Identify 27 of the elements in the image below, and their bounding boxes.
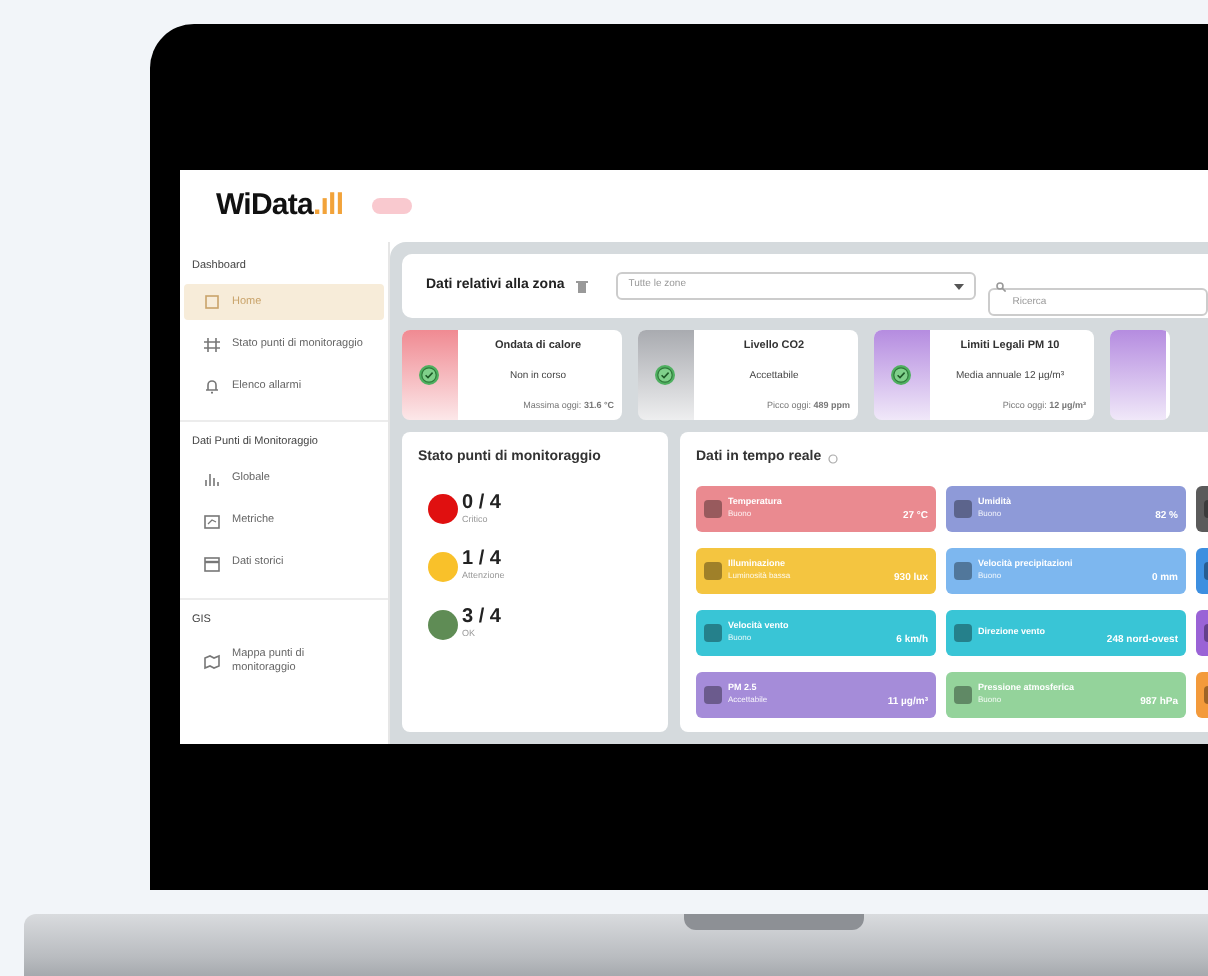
logo: WiData.ıll xyxy=(216,185,344,226)
sensor-icon xyxy=(704,685,722,703)
sensor-icon xyxy=(954,561,972,579)
menu-item-icon xyxy=(204,336,220,353)
caret-icon xyxy=(954,283,965,289)
menu-item-icon xyxy=(204,378,220,395)
sensor-icon xyxy=(954,499,972,517)
sensor-icon xyxy=(954,685,972,703)
sensor-icon xyxy=(704,623,722,641)
menu-item-icon xyxy=(204,294,220,311)
sensor-icon xyxy=(704,499,722,517)
search-icon xyxy=(996,281,1007,291)
check-icon xyxy=(418,364,440,386)
check-icon xyxy=(890,364,912,386)
check-icon xyxy=(654,364,676,386)
menu-item-icon xyxy=(204,653,220,670)
menu-item-icon xyxy=(204,471,220,487)
status-count: 3 / 4 xyxy=(462,608,501,628)
info-icon xyxy=(827,453,838,464)
menu-item-icon xyxy=(204,555,220,571)
sensor-icon xyxy=(704,561,722,579)
badge xyxy=(371,198,412,214)
status-count: 0 / 4 xyxy=(462,493,501,513)
status-count: 1 / 4 xyxy=(462,550,503,571)
sensor-icon xyxy=(954,623,972,641)
menu-item-icon xyxy=(204,513,220,529)
trash-icon xyxy=(576,279,589,293)
